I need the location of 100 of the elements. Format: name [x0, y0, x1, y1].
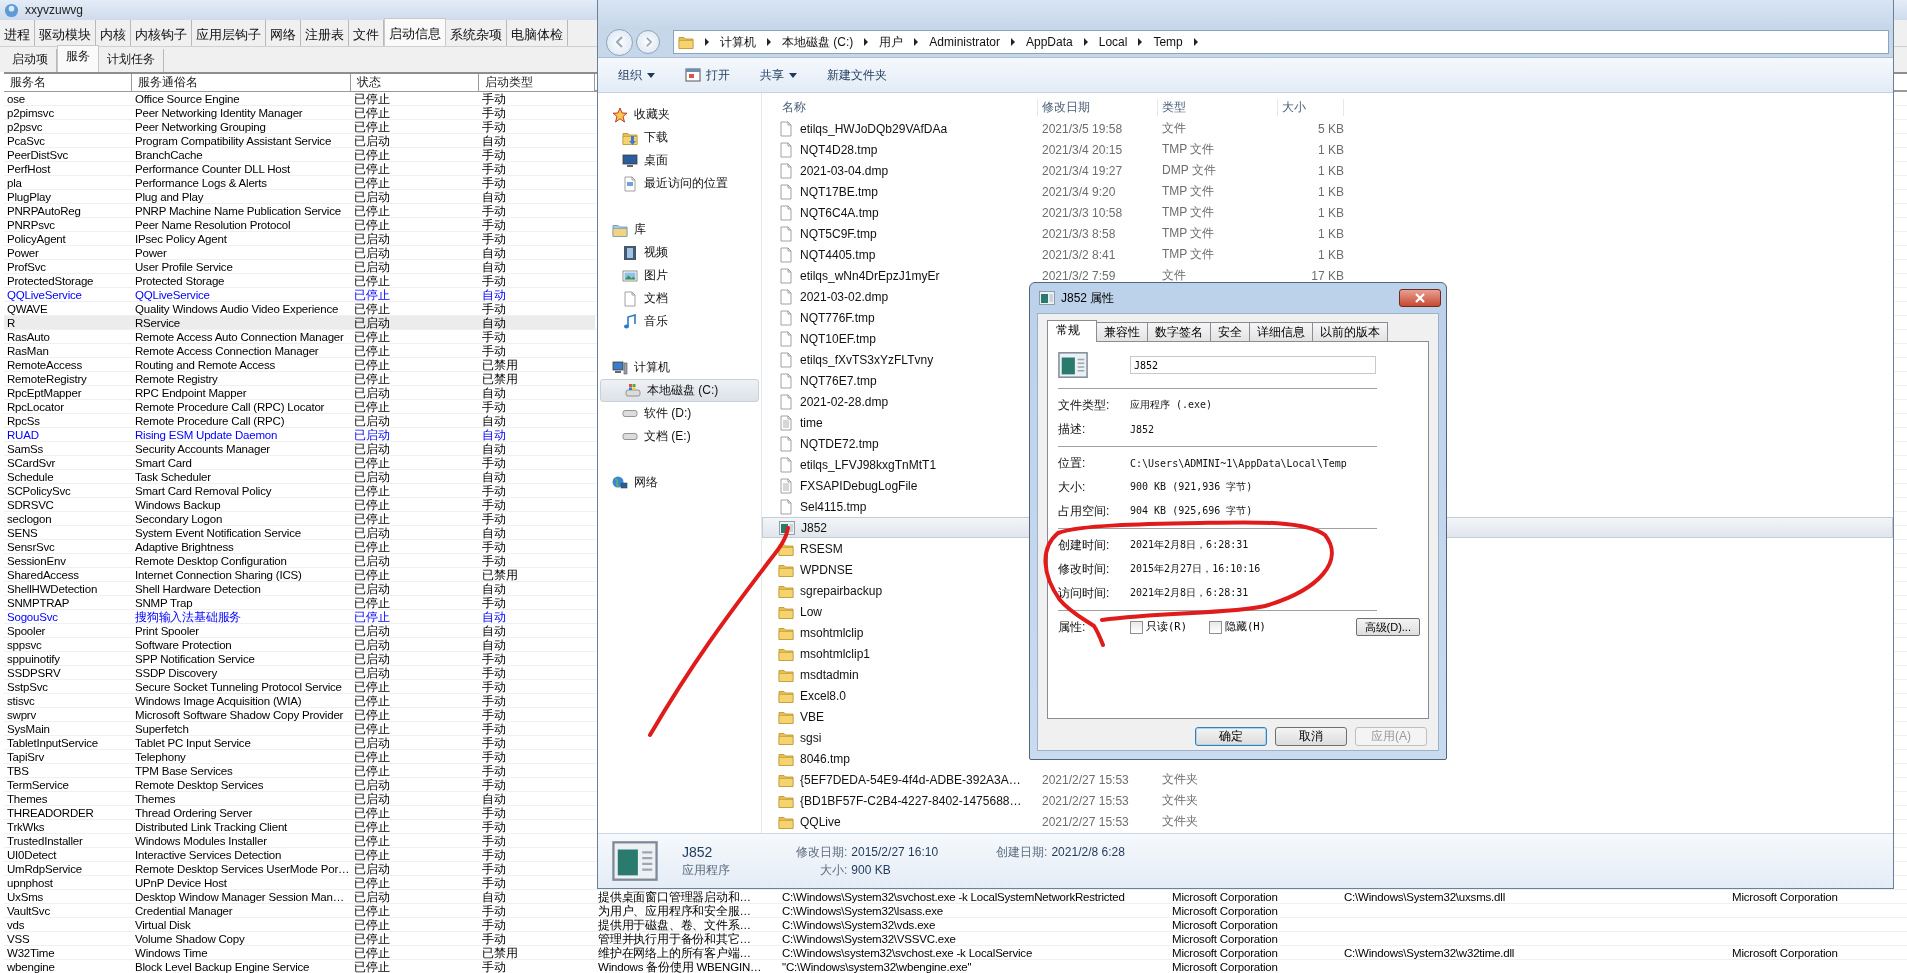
file-name[interactable]: {BD1BF57F-C2B4-4227-8402-1475688… [800, 793, 1022, 808]
file-name[interactable]: WPDNSE [800, 562, 853, 577]
file-name[interactable]: NQT5C9F.tmp [800, 226, 877, 241]
column-header[interactable]: 状态 [351, 74, 479, 91]
tab[interactable]: 常规 [1047, 320, 1097, 342]
chevron-icon[interactable] [1082, 38, 1089, 46]
column-header[interactable]: 启动类型 [479, 74, 595, 91]
checkbox[interactable]: 只读(R) [1130, 620, 1187, 634]
tab[interactable]: 安全 [1210, 322, 1250, 341]
file-name[interactable]: J852 [801, 520, 828, 535]
file-name[interactable]: NQTDE72.tmp [800, 436, 879, 451]
tab[interactable]: 注册表 [301, 20, 349, 46]
nav-item[interactable]: 文档 (E:) [598, 425, 761, 448]
tab[interactable]: 网络 [266, 20, 301, 46]
file-name[interactable]: 2021-02-28.dmp [800, 394, 889, 409]
file-name[interactable]: 2021-03-02.dmp [800, 289, 889, 304]
file-name[interactable]: {5EF7DEDA-54E9-4f4d-ADBE-392A3A… [800, 772, 1021, 787]
column-header[interactable]: 服务通俗名 [132, 74, 351, 91]
nav-item[interactable]: 视频 [598, 241, 761, 264]
sub-tab[interactable]: 计划任务 [99, 49, 164, 72]
file-name[interactable]: NQT10EF.tmp [800, 331, 877, 346]
file-name[interactable]: sgrepairbackup [800, 583, 883, 598]
file-name[interactable]: etilqs_HWJoDQb29VAfDAa [800, 121, 948, 136]
nav-item[interactable]: 本地磁盘 (C:) [600, 379, 759, 402]
advanced-button[interactable]: 高级(D)... [1355, 618, 1420, 636]
chevron-icon[interactable] [1010, 38, 1016, 46]
file-name[interactable]: RSESM [800, 541, 843, 556]
chevron-icon[interactable] [1137, 38, 1144, 46]
sub-tab[interactable]: 服务 [57, 45, 99, 72]
dialog-button[interactable]: 取消 [1275, 727, 1347, 746]
close-button[interactable] [1399, 289, 1441, 307]
nav-item[interactable]: 桌面 [598, 149, 761, 172]
file-name[interactable]: etilqs_LFVJ98kxgTnMtT1 [800, 457, 937, 472]
column-header[interactable]: 名称 [778, 98, 1038, 116]
column-header[interactable]: 类型 [1158, 98, 1278, 116]
column-header[interactable]: 大小 [1278, 98, 1344, 116]
nav-item[interactable]: 图片 [598, 264, 761, 287]
chevron-icon[interactable] [1192, 38, 1199, 46]
file-name[interactable]: Excel8.0 [800, 688, 847, 703]
breadcrumb-item[interactable]: 计算机 [720, 33, 756, 51]
tab[interactable]: 内核钩子 [131, 20, 192, 46]
breadcrumb-item[interactable]: 本地磁盘 (C:) [782, 33, 854, 51]
tab[interactable]: 电脑体检 [507, 20, 568, 46]
file-name[interactable]: NQT76E7.tmp [800, 373, 877, 388]
tab[interactable]: 兼容性 [1096, 322, 1148, 341]
nav-item[interactable]: 库 [598, 218, 761, 241]
breadcrumb-item[interactable]: Administrator [929, 35, 1000, 49]
file-name[interactable]: FXSAPIDebugLogFile [800, 478, 918, 493]
chevron-icon[interactable] [766, 38, 772, 46]
file-name[interactable]: QQLive [800, 814, 841, 829]
nav-item[interactable]: 软件 (D:) [598, 402, 761, 425]
file-name[interactable]: 2021-03-04.dmp [800, 163, 889, 178]
chevron-icon[interactable] [863, 38, 870, 46]
toolbar-button[interactable]: 新建文件夹 [819, 63, 895, 87]
nav-item[interactable]: 文档 [598, 287, 761, 310]
toolbar-button[interactable]: 共享 [752, 63, 805, 87]
file-name[interactable]: NQT776F.tmp [800, 310, 875, 325]
tab[interactable]: 详细信息 [1249, 322, 1313, 341]
nav-item[interactable]: 收藏夹 [598, 103, 761, 126]
file-name[interactable]: VBE [800, 709, 824, 724]
file-name[interactable]: etilqs_fXvTS3xYzFLTvny [800, 352, 934, 367]
tab[interactable]: 以前的版本 [1312, 322, 1388, 341]
file-name[interactable]: 8046.tmp [800, 751, 851, 766]
file-name[interactable]: NQT4D28.tmp [800, 142, 878, 157]
tab[interactable]: 系统杂项 [446, 20, 507, 46]
file-name[interactable]: time [800, 415, 823, 430]
file-name[interactable]: sgsi [800, 730, 822, 745]
nav-item[interactable]: 音乐 [598, 310, 761, 333]
breadcrumb-item[interactable]: Local [1098, 35, 1128, 49]
tab[interactable]: 应用层钩子 [192, 20, 266, 46]
breadcrumb-item[interactable]: 用户 [879, 33, 904, 51]
file-name[interactable]: NQT17BE.tmp [800, 184, 879, 199]
nav-item[interactable]: 最近访问的位置 [598, 172, 761, 195]
toolbar-button[interactable]: 组织 [610, 63, 663, 87]
file-name[interactable]: Low [800, 604, 822, 619]
nav-item[interactable]: 下载 [598, 126, 761, 149]
address-bar[interactable]: 计算机 本地磁盘 (C:) 用户 Administrator AppData Local Temp [673, 30, 1889, 54]
file-name[interactable]: Sel4115.tmp [800, 499, 867, 514]
tab[interactable]: 数字签名 [1147, 322, 1211, 341]
file-name[interactable]: NQT6C4A.tmp [800, 205, 879, 220]
chevron-icon[interactable] [704, 38, 710, 46]
toolbar-button[interactable]: 打开 [677, 63, 738, 87]
selected-row[interactable]: R RService 已启动 自动 [4, 316, 595, 329]
breadcrumb-item[interactable]: AppData [1026, 35, 1073, 49]
file-name[interactable]: msdtadmin [800, 667, 859, 682]
tab[interactable]: 启动信息 [384, 18, 446, 46]
file-name[interactable]: NQT4405.tmp [800, 247, 876, 262]
tab[interactable]: 进程 [0, 20, 35, 46]
file-name[interactable]: msohtmlclip [800, 625, 864, 640]
column-header[interactable]: 服务名 [4, 74, 132, 91]
name-field[interactable]: J852 [1130, 356, 1376, 374]
file-name[interactable]: msohtmlclip1 [800, 646, 871, 661]
nav-item[interactable]: 网络 [598, 471, 761, 494]
chevron-icon[interactable] [913, 38, 920, 46]
dialog-button[interactable]: 确定 [1195, 727, 1267, 746]
breadcrumb-item[interactable]: Temp [1153, 35, 1183, 49]
nav-item[interactable]: 计算机 [598, 356, 761, 379]
file-name[interactable]: etilqs_wNn4DrEpzJ1myEr [800, 268, 940, 283]
checkbox[interactable]: 隐藏(H) [1208, 620, 1266, 634]
column-header[interactable]: 修改日期 [1038, 98, 1158, 116]
